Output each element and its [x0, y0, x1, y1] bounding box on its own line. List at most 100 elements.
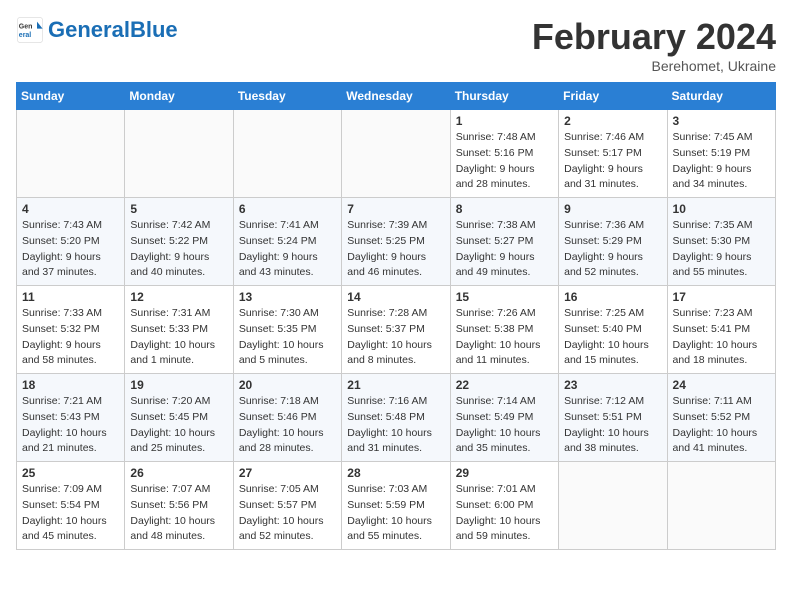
calendar-cell: 9 Sunrise: 7:36 AM Sunset: 5:29 PM Daylig…	[559, 198, 667, 286]
month-year-title: February 2024	[532, 16, 776, 58]
calendar-week-row: 25Sunrise: 7:09 AM Sunset: 5:54 PM Dayli…	[17, 462, 776, 550]
day-info: Sunrise: 7:41 AM Sunset: 5:24 PM Dayligh…	[239, 218, 336, 281]
calendar-cell: 26 Sunrise: 7:07 AM Sunset: 5:56 PM Dayli…	[125, 462, 233, 550]
calendar-cell: 19 Sunrise: 7:20 AM Sunset: 5:45 PM Dayli…	[125, 374, 233, 462]
calendar-cell	[559, 462, 667, 550]
weekday-header-sunday: Sunday	[17, 83, 125, 110]
day-number: 29	[456, 466, 553, 480]
calendar-week-row: 11 Sunrise: 7:33 AM Sunset: 5:32 PM Dayli…	[17, 286, 776, 374]
day-number: 9	[564, 202, 661, 216]
calendar-cell: 15 Sunrise: 7:26 AM Sunset: 5:38 PM Dayli…	[450, 286, 558, 374]
day-number: 1	[456, 114, 553, 128]
day-info: Sunrise: 7:20 AM Sunset: 5:45 PM Dayligh…	[130, 394, 227, 457]
day-info: Sunrise: 7:05 AM Sunset: 5:57 PM Dayligh…	[239, 482, 336, 545]
day-info: Sunrise: 7:25 AM Sunset: 5:40 PM Dayligh…	[564, 306, 661, 369]
day-info: Sunrise: 7:31 AM Sunset: 5:33 PM Dayligh…	[130, 306, 227, 369]
day-number: 21	[347, 378, 444, 392]
calendar-cell: 20Sunrise: 7:18 AM Sunset: 5:46 PM Dayli…	[233, 374, 341, 462]
day-number: 7	[347, 202, 444, 216]
calendar-cell	[233, 110, 341, 198]
day-info: Sunrise: 7:48 AM Sunset: 5:16 PM Dayligh…	[456, 130, 553, 193]
day-info: Sunrise: 7:46 AM Sunset: 5:17 PM Dayligh…	[564, 130, 661, 193]
calendar-cell	[667, 462, 775, 550]
day-number: 6	[239, 202, 336, 216]
day-number: 14	[347, 290, 444, 304]
day-info: Sunrise: 7:30 AM Sunset: 5:35 PM Dayligh…	[239, 306, 336, 369]
day-info: Sunrise: 7:35 AM Sunset: 5:30 PM Dayligh…	[673, 218, 770, 281]
day-number: 11	[22, 290, 119, 304]
day-number: 19	[130, 378, 227, 392]
weekday-header-row: SundayMondayTuesdayWednesdayThursdayFrid…	[17, 83, 776, 110]
page-header: Gen eral GeneralBlue February 2024 Bereh…	[16, 16, 776, 74]
day-number: 12	[130, 290, 227, 304]
location-subtitle: Berehomet, Ukraine	[532, 58, 776, 74]
calendar-cell: 3 Sunrise: 7:45 AM Sunset: 5:19 PM Daylig…	[667, 110, 775, 198]
calendar-cell: 22 Sunrise: 7:14 AM Sunset: 5:49 PM Dayli…	[450, 374, 558, 462]
weekday-header-thursday: Thursday	[450, 83, 558, 110]
calendar-cell: 10 Sunrise: 7:35 AM Sunset: 5:30 PM Dayli…	[667, 198, 775, 286]
day-info: Sunrise: 7:14 AM Sunset: 5:49 PM Dayligh…	[456, 394, 553, 457]
calendar-cell: 21 Sunrise: 7:16 AM Sunset: 5:48 PM Dayli…	[342, 374, 450, 462]
title-area: February 2024 Berehomet, Ukraine	[532, 16, 776, 74]
calendar-cell: 1 Sunrise: 7:48 AM Sunset: 5:16 PM Daylig…	[450, 110, 558, 198]
day-number: 17	[673, 290, 770, 304]
day-number: 10	[673, 202, 770, 216]
day-number: 4	[22, 202, 119, 216]
weekday-header-saturday: Saturday	[667, 83, 775, 110]
calendar-cell: 27 Sunrise: 7:05 AM Sunset: 5:57 PM Dayli…	[233, 462, 341, 550]
day-number: 26	[130, 466, 227, 480]
calendar-cell: 18Sunrise: 7:21 AM Sunset: 5:43 PM Dayli…	[17, 374, 125, 462]
logo-text: GeneralBlue	[48, 18, 178, 42]
calendar-cell: 12 Sunrise: 7:31 AM Sunset: 5:33 PM Dayli…	[125, 286, 233, 374]
day-number: 25	[22, 466, 119, 480]
day-info: Sunrise: 7:43 AM Sunset: 5:20 PM Dayligh…	[22, 218, 119, 281]
day-info: Sunrise: 7:45 AM Sunset: 5:19 PM Dayligh…	[673, 130, 770, 193]
day-info: Sunrise: 7:11 AM Sunset: 5:52 PM Dayligh…	[673, 394, 770, 457]
calendar-cell: 29Sunrise: 7:01 AM Sunset: 6:00 PM Dayli…	[450, 462, 558, 550]
calendar-cell	[342, 110, 450, 198]
calendar-table: SundayMondayTuesdayWednesdayThursdayFrid…	[16, 82, 776, 550]
day-info: Sunrise: 7:39 AM Sunset: 5:25 PM Dayligh…	[347, 218, 444, 281]
day-number: 2	[564, 114, 661, 128]
calendar-week-row: 4 Sunrise: 7:43 AM Sunset: 5:20 PM Daylig…	[17, 198, 776, 286]
calendar-cell: 28Sunrise: 7:03 AM Sunset: 5:59 PM Dayli…	[342, 462, 450, 550]
calendar-cell: 23Sunrise: 7:12 AM Sunset: 5:51 PM Dayli…	[559, 374, 667, 462]
weekday-header-friday: Friday	[559, 83, 667, 110]
day-info: Sunrise: 7:28 AM Sunset: 5:37 PM Dayligh…	[347, 306, 444, 369]
calendar-cell: 11 Sunrise: 7:33 AM Sunset: 5:32 PM Dayli…	[17, 286, 125, 374]
calendar-week-row: 1 Sunrise: 7:48 AM Sunset: 5:16 PM Daylig…	[17, 110, 776, 198]
day-info: Sunrise: 7:42 AM Sunset: 5:22 PM Dayligh…	[130, 218, 227, 281]
svg-text:Gen: Gen	[19, 24, 33, 31]
day-number: 27	[239, 466, 336, 480]
day-info: Sunrise: 7:26 AM Sunset: 5:38 PM Dayligh…	[456, 306, 553, 369]
logo: Gen eral GeneralBlue	[16, 16, 178, 44]
day-number: 16	[564, 290, 661, 304]
calendar-body: 1 Sunrise: 7:48 AM Sunset: 5:16 PM Daylig…	[17, 110, 776, 550]
calendar-cell: 6 Sunrise: 7:41 AM Sunset: 5:24 PM Daylig…	[233, 198, 341, 286]
day-info: Sunrise: 7:16 AM Sunset: 5:48 PM Dayligh…	[347, 394, 444, 457]
calendar-cell: 24 Sunrise: 7:11 AM Sunset: 5:52 PM Dayli…	[667, 374, 775, 462]
day-number: 3	[673, 114, 770, 128]
svg-text:eral: eral	[19, 32, 32, 39]
day-info: Sunrise: 7:33 AM Sunset: 5:32 PM Dayligh…	[22, 306, 119, 369]
day-number: 8	[456, 202, 553, 216]
calendar-cell: 14 Sunrise: 7:28 AM Sunset: 5:37 PM Dayli…	[342, 286, 450, 374]
calendar-cell	[125, 110, 233, 198]
day-number: 18	[22, 378, 119, 392]
weekday-header-monday: Monday	[125, 83, 233, 110]
day-number: 24	[673, 378, 770, 392]
day-number: 20	[239, 378, 336, 392]
day-info: Sunrise: 7:07 AM Sunset: 5:56 PM Dayligh…	[130, 482, 227, 545]
calendar-cell: 13Sunrise: 7:30 AM Sunset: 5:35 PM Dayli…	[233, 286, 341, 374]
day-info: Sunrise: 7:38 AM Sunset: 5:27 PM Dayligh…	[456, 218, 553, 281]
logo-icon: Gen eral	[16, 16, 44, 44]
day-number: 15	[456, 290, 553, 304]
day-number: 22	[456, 378, 553, 392]
calendar-cell: 25Sunrise: 7:09 AM Sunset: 5:54 PM Dayli…	[17, 462, 125, 550]
day-info: Sunrise: 7:36 AM Sunset: 5:29 PM Dayligh…	[564, 218, 661, 281]
calendar-cell: 4 Sunrise: 7:43 AM Sunset: 5:20 PM Daylig…	[17, 198, 125, 286]
day-info: Sunrise: 7:12 AM Sunset: 5:51 PM Dayligh…	[564, 394, 661, 457]
calendar-week-row: 18Sunrise: 7:21 AM Sunset: 5:43 PM Dayli…	[17, 374, 776, 462]
calendar-cell: 7 Sunrise: 7:39 AM Sunset: 5:25 PM Daylig…	[342, 198, 450, 286]
calendar-cell: 2 Sunrise: 7:46 AM Sunset: 5:17 PM Daylig…	[559, 110, 667, 198]
